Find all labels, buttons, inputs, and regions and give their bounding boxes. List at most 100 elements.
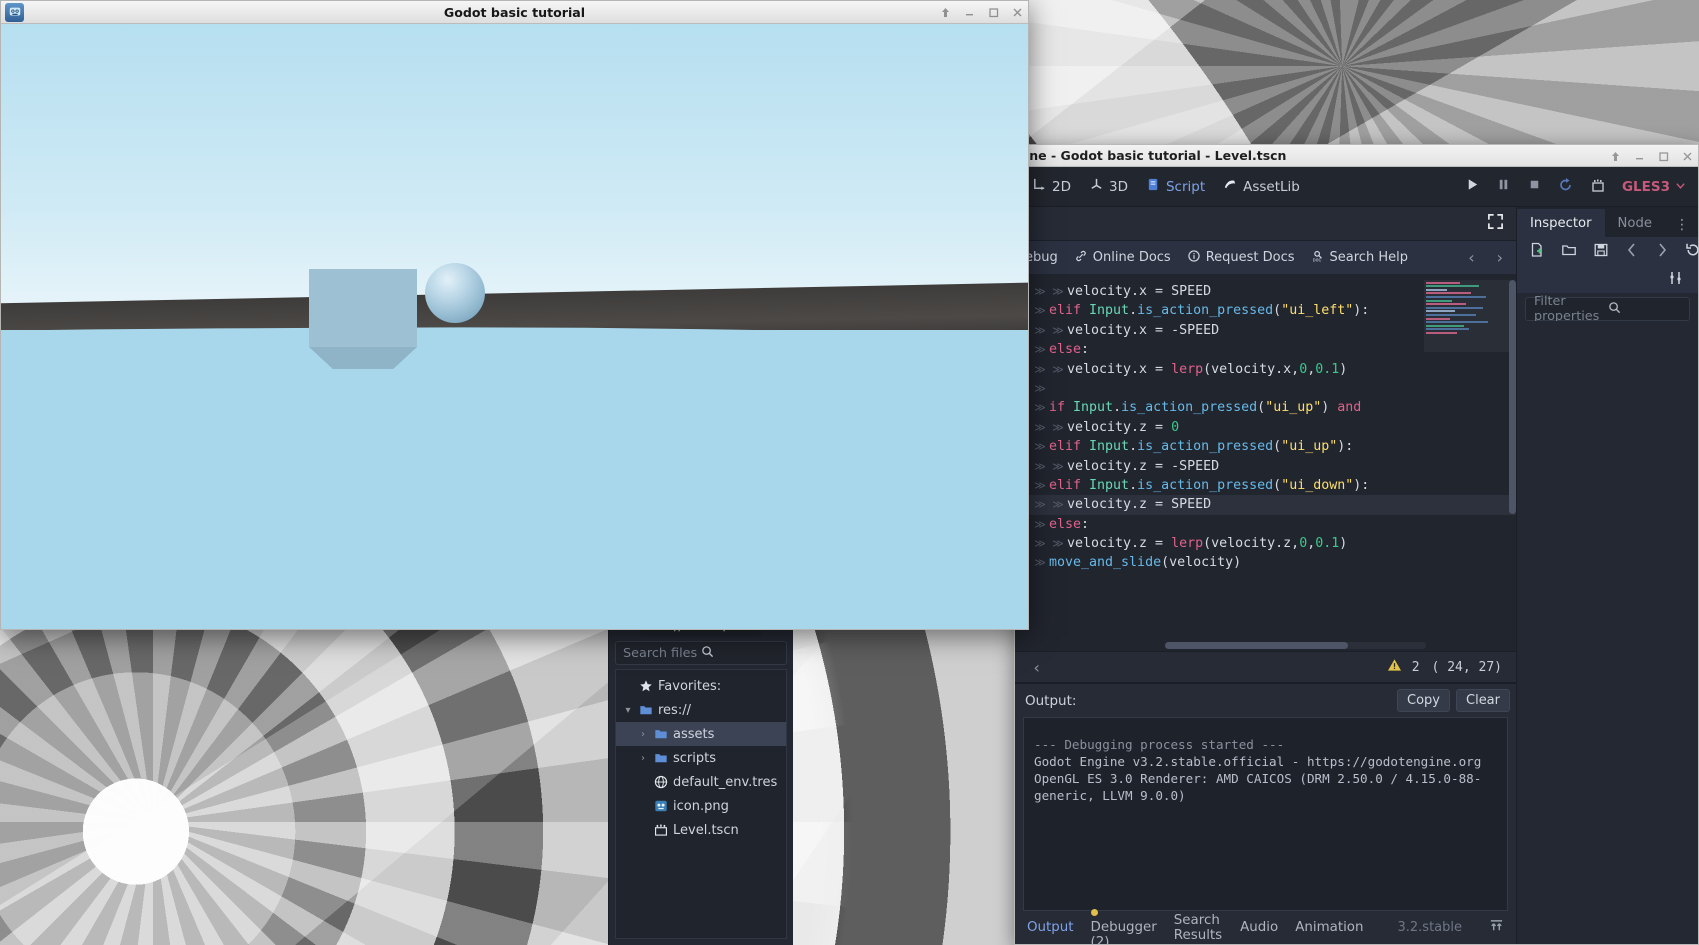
code-line[interactable]: ≫≫velocity.z = 0 — [1015, 418, 1516, 437]
bottom-tab-label: Animation — [1295, 920, 1363, 935]
close-icon[interactable] — [1011, 6, 1024, 19]
chevron-down-icon — [1675, 179, 1686, 195]
code-line[interactable]: ≫≫velocity.x = lerp(velocity.x,0,0.1) — [1015, 360, 1516, 379]
inspector-menu-kebab-icon[interactable]: ⋮ — [1667, 217, 1698, 237]
code-line[interactable]: ≫≫velocity.z = -SPEED — [1015, 457, 1516, 476]
filesystem-item-assets[interactable]: › assets — [616, 722, 786, 746]
code-line[interactable]: ⌄≫elif Input.is_action_pressed("ui_down"… — [1015, 476, 1516, 495]
history-next-icon[interactable] — [1655, 242, 1669, 262]
godot-robot-icon — [5, 3, 24, 22]
script-nav-prev[interactable]: ‹ — [1465, 248, 1477, 267]
stop-icon[interactable] — [1527, 177, 1542, 196]
code-text: velocity.x = -SPEED — [1067, 321, 1219, 340]
code-minimap[interactable] — [1424, 280, 1510, 352]
filesystem-item-favorites[interactable]: Favorites: — [616, 674, 786, 698]
bottom-tab-audio[interactable]: Audio — [1240, 920, 1278, 935]
new-resource-icon[interactable] — [1529, 242, 1545, 262]
indent-guide: ≫ — [1031, 534, 1049, 553]
code-horizontal-scrollbar[interactable] — [1165, 642, 1426, 649]
menu-search-help-label: Search Help — [1330, 250, 1408, 265]
always-on-top-icon[interactable] — [1609, 150, 1622, 163]
filesystem-item-icon-png[interactable]: icon.png — [616, 794, 786, 818]
scene-icon — [654, 823, 668, 837]
history-prev-icon[interactable] — [1625, 242, 1639, 262]
minimize-icon[interactable] — [1633, 150, 1646, 163]
play-icon[interactable] — [1465, 177, 1480, 196]
code-line[interactable]: ≫move_and_slide(velocity) — [1015, 553, 1516, 572]
code-line[interactable]: ≫≫velocity.z = lerp(velocity.z,0,0.1) — [1015, 534, 1516, 553]
bottom-tab-output[interactable]: Output — [1027, 920, 1074, 935]
editor-mode-3d[interactable]: 3D — [1080, 173, 1137, 200]
search-icon[interactable] — [1608, 301, 1682, 318]
indent-guide: ≫ — [1031, 340, 1049, 359]
tree-twisty-icon[interactable]: ▾ — [622, 705, 634, 716]
inspector-toolbar — [1517, 237, 1698, 267]
game-viewport[interactable] — [1, 24, 1028, 629]
close-icon[interactable] — [1681, 150, 1694, 163]
renderer-label: GLES3 — [1622, 179, 1670, 195]
save-resource-icon[interactable] — [1593, 242, 1609, 262]
menu-online-docs[interactable]: Online Docs — [1074, 249, 1171, 267]
menu-request-docs[interactable]: Request Docs — [1187, 249, 1295, 267]
history-icon[interactable] — [1685, 242, 1699, 262]
tab-node[interactable]: Node — [1605, 211, 1665, 237]
output-copy-button[interactable]: Copy — [1397, 689, 1450, 712]
editor-mode-script[interactable]: Script — [1137, 173, 1214, 200]
inspector-tools-row — [1517, 267, 1698, 293]
editor-window-controls — [1609, 145, 1694, 167]
output-log[interactable]: --- Debugging process started ---Godot E… — [1023, 717, 1508, 911]
bottom-tab-label: Output — [1027, 920, 1074, 935]
filesystem-item-scripts[interactable]: ›scripts — [616, 746, 786, 770]
code-line[interactable]: ≫ — [1015, 379, 1516, 398]
filesystem-item-res[interactable]: ▾res:// — [616, 698, 786, 722]
code-text: elif Input.is_action_pressed("ui_down"): — [1049, 476, 1369, 495]
code-line[interactable]: ⌄≫else: — [1015, 515, 1516, 534]
filesystem-item-default-env-tres[interactable]: default_env.tres — [616, 770, 786, 794]
status-back-arrow[interactable]: ‹ — [1029, 658, 1045, 677]
tree-twisty-icon[interactable]: › — [637, 753, 649, 764]
object-tools-icon[interactable] — [1668, 270, 1684, 290]
bottom-tab-search-results[interactable]: Search Results — [1174, 913, 1223, 943]
renderer-selector[interactable]: GLES3 — [1622, 179, 1686, 195]
filesystem-item-label: assets — [673, 727, 714, 742]
code-text: velocity.z = 0 — [1067, 418, 1179, 437]
search-icon[interactable] — [701, 645, 779, 662]
game-titlebar[interactable]: Godot basic tutorial — [1, 1, 1028, 24]
expand-icon[interactable] — [1487, 213, 1504, 234]
minimize-icon[interactable] — [963, 6, 976, 19]
editor-titlebar[interactable]: ine - Godot basic tutorial - Level.tscn — [1015, 145, 1698, 167]
load-resource-icon[interactable] — [1561, 242, 1577, 262]
filesystem-tree[interactable]: Favorites:▾res:// › assets ›scriptsdefault_… — [615, 669, 787, 939]
bottom-tab-label: Audio — [1240, 920, 1278, 935]
code-text: velocity.z = SPEED — [1067, 495, 1211, 514]
code-editor[interactable]: ≫≫velocity.x = SPEED⌄≫elif Input.is_acti… — [1015, 274, 1516, 651]
folder-icon — [639, 703, 653, 717]
inspector-filter-input[interactable]: Filter properties — [1525, 297, 1690, 321]
filesystem-search-input[interactable]: Search files — [615, 641, 787, 665]
pause-icon[interactable] — [1496, 177, 1511, 196]
maximize-icon[interactable] — [1657, 150, 1670, 163]
maximize-icon[interactable] — [987, 6, 1000, 19]
tree-twisty-icon[interactable]: › — [637, 729, 649, 740]
warning-triangle-icon[interactable] — [1387, 658, 1402, 676]
editor-mode-assetlib[interactable]: AssetLib — [1214, 173, 1309, 200]
editor-mode-2d[interactable]: 2D — [1023, 173, 1080, 200]
code-line[interactable]: ≫≫velocity.z = SPEED — [1015, 495, 1516, 514]
bottom-panel-tabs: OutputDebugger (2)Search ResultsAudioAni… — [1015, 911, 1516, 944]
output-clear-button[interactable]: Clear — [1456, 689, 1510, 712]
script-nav-next[interactable]: › — [1494, 248, 1506, 267]
movie-icon[interactable] — [1590, 177, 1606, 197]
menu-search-help[interactable]: DOC Search Help — [1311, 249, 1408, 267]
link-icon — [1074, 249, 1088, 267]
code-vertical-scrollbar[interactable] — [1509, 280, 1516, 514]
bottom-tab-animation[interactable]: Animation — [1295, 920, 1363, 935]
tab-inspector[interactable]: Inspector — [1517, 209, 1605, 237]
code-line[interactable]: ⌄≫elif Input.is_action_pressed("ui_up"): — [1015, 437, 1516, 456]
reload-icon[interactable] — [1558, 177, 1574, 197]
bottom-tab-debugger-2[interactable]: Debugger (2) — [1091, 905, 1157, 945]
always-on-top-icon[interactable] — [939, 6, 952, 19]
menu-debug[interactable]: ebug — [1025, 250, 1058, 265]
code-line[interactable]: ⌄≫if Input.is_action_pressed("ui_up") an… — [1015, 398, 1516, 417]
expand-bottom-icon[interactable] — [1489, 919, 1504, 937]
filesystem-item-level-tscn[interactable]: Level.tscn — [616, 818, 786, 842]
